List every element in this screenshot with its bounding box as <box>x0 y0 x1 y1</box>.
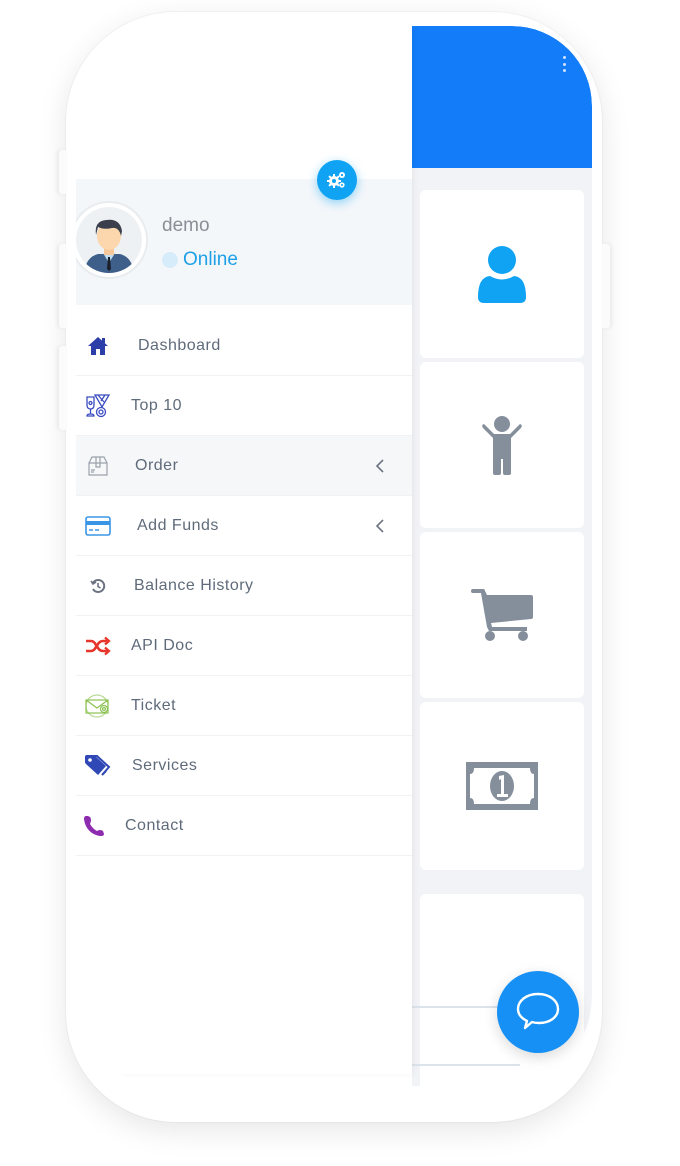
chevron-left-icon <box>375 519 384 533</box>
tags-icon <box>84 752 112 780</box>
menu-item-contact[interactable]: Contact <box>76 796 412 856</box>
menu-item-api-doc[interactable]: API Doc <box>76 616 412 676</box>
phone-side-button <box>59 346 67 430</box>
stat-card-funds[interactable] <box>420 702 584 870</box>
menu-item-ticket[interactable]: Ticket <box>76 676 412 736</box>
app-body: t <box>404 168 592 1086</box>
menu-item-dashboard[interactable]: Dashboard <box>76 316 412 376</box>
online-status: Online <box>162 249 238 271</box>
menu-label: Dashboard <box>138 336 221 354</box>
menu-item-add-funds[interactable]: Add Funds <box>76 496 412 556</box>
shuffle-icon <box>84 632 112 660</box>
menu-label: Balance History <box>134 576 254 594</box>
username: demo <box>162 215 210 236</box>
money-bill-icon <box>466 762 538 810</box>
avatar[interactable] <box>76 201 148 279</box>
credit-card-icon <box>84 512 112 540</box>
app-header <box>412 26 592 168</box>
phone-icon <box>80 812 108 840</box>
menu-label: Ticket <box>131 696 177 714</box>
envelope-icon <box>84 692 112 720</box>
menu-label: Contact <box>125 816 184 834</box>
input-underline <box>412 1064 520 1066</box>
menu-label: Services <box>132 756 198 774</box>
home-icon <box>84 332 112 360</box>
settings-button[interactable] <box>317 160 357 200</box>
menu-item-balance-history[interactable]: Balance History <box>76 556 412 616</box>
profile-section: demo Online <box>76 179 412 305</box>
menu-item-services[interactable]: Services <box>76 736 412 796</box>
menu-item-order[interactable]: Order <box>76 436 412 496</box>
box-icon <box>84 452 112 480</box>
status-dot-icon <box>162 252 178 268</box>
app-screen: t demo Online <box>76 26 592 1086</box>
status-text: Online <box>183 249 238 270</box>
chat-bubble-icon <box>516 992 560 1030</box>
user-icon <box>478 246 526 303</box>
menu-label: Order <box>135 456 179 474</box>
gears-icon <box>327 172 345 188</box>
phone-side-button <box>602 244 610 328</box>
shopping-cart-icon <box>471 589 533 641</box>
chat-button[interactable] <box>497 971 579 1053</box>
menu-label: Top 10 <box>131 396 183 414</box>
kebab-vertical-icon[interactable] <box>562 56 566 72</box>
trophy-medal-icon <box>84 392 112 420</box>
menu-list: Dashboard Top 10 Order Add Funds Balance… <box>76 316 412 856</box>
chevron-left-icon <box>375 459 384 473</box>
menu-label: Add Funds <box>137 516 219 534</box>
menu-item-top-10[interactable]: Top 10 <box>76 376 412 436</box>
user-avatar-icon <box>84 219 134 273</box>
navigation-drawer: demo Online Dashboard Top 10 Order Add F… <box>76 26 412 1074</box>
stat-card-orders[interactable] <box>420 532 584 698</box>
phone-side-button <box>59 244 67 328</box>
phone-side-button <box>59 150 67 194</box>
stat-card-user[interactable] <box>420 190 584 358</box>
stat-card-child[interactable] <box>420 362 584 528</box>
history-icon <box>84 572 112 600</box>
menu-label: API Doc <box>131 636 194 654</box>
child-icon <box>482 416 522 475</box>
